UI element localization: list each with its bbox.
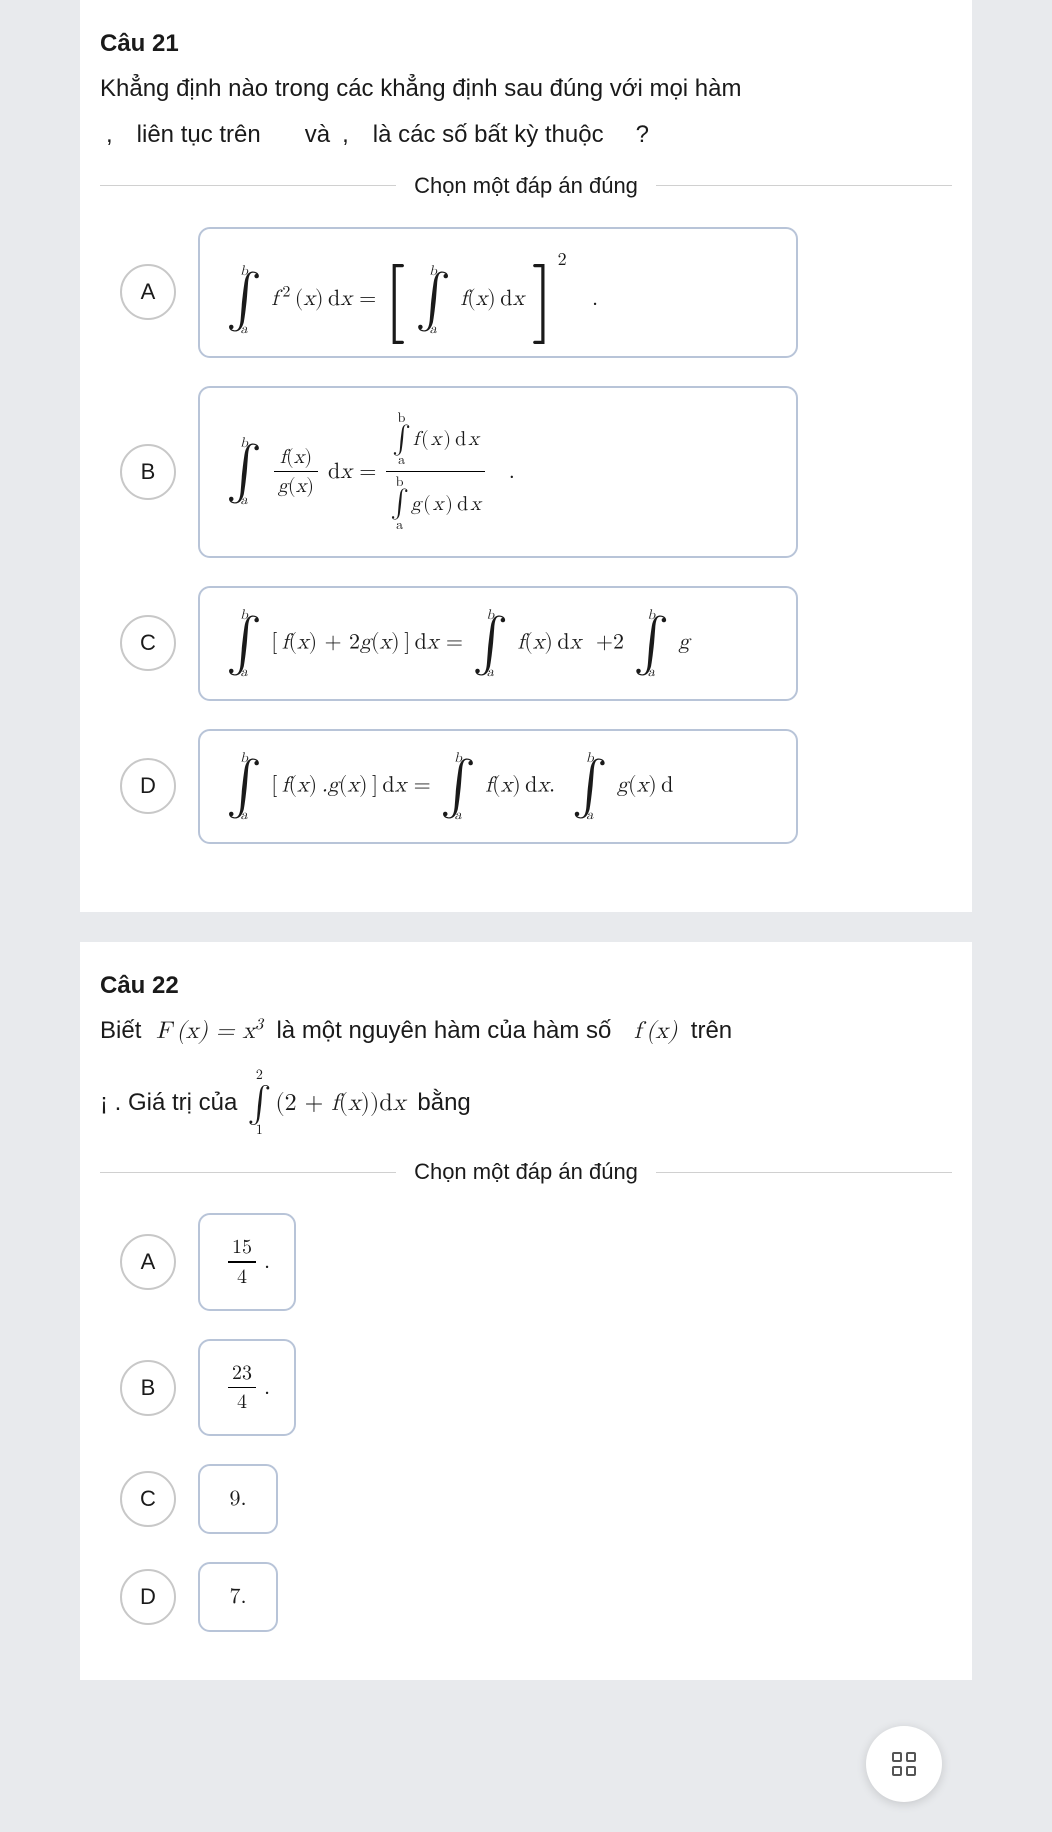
suffix: . (264, 1375, 270, 1401)
question-21-text-1: Khẳng định nào trong các khẳng định sau … (100, 70, 952, 108)
instruction-divider: Chọn một đáp án đúng (100, 173, 952, 199)
option-A-formula: b∫a f 2 (x) dx = [ b∫a f(x) dx ]2 . (198, 227, 798, 358)
instruction-divider: Chọn một đáp án đúng (100, 1159, 952, 1185)
frac-num: 15 (228, 1233, 256, 1261)
frac-num: 23 (228, 1359, 256, 1387)
text-part: và (305, 116, 330, 154)
formula-F: F (x) = x3 (148, 1019, 263, 1043)
question-22-title: Câu 22 (100, 972, 952, 1000)
option-B[interactable]: B b∫a f(x) g(x) dx = b∫a f(x) dx (100, 386, 952, 558)
divider-line (656, 185, 952, 186)
instruction-text: Chọn một đáp án đúng (396, 173, 656, 199)
frac-den: 4 (233, 1263, 251, 1291)
question-21-title: Câu 21 (100, 30, 952, 58)
divider-line (100, 185, 396, 186)
frac-den: 4 (233, 1388, 251, 1416)
option-B-formula: b∫a f(x) g(x) dx = b∫a f(x) dx (198, 386, 798, 558)
instruction-text: Chọn một đáp án đúng (396, 1159, 656, 1185)
option-C[interactable]: C 9. (100, 1464, 952, 1534)
option-D[interactable]: D 7. (100, 1562, 952, 1632)
option-C[interactable]: C b∫a [ f(x) + 2g(x) ] dx = b∫a f(x) dx … (100, 586, 952, 701)
suffix: . (264, 1249, 270, 1275)
option-A-value: 15 4 . (198, 1213, 296, 1311)
option-A[interactable]: A b∫a f 2 (x) dx = [ b∫a f(x) dx ]2 . (100, 227, 952, 358)
divider-line (100, 1172, 396, 1173)
option-D[interactable]: D b∫a [ f(x) .g(x) ] dx = b∫a f(x) dx. b… (100, 729, 952, 844)
option-B-value: 23 4 . (198, 1339, 296, 1437)
text-part: , (106, 116, 113, 154)
option-D-formula: b∫a [ f(x) .g(x) ] dx = b∫a f(x) dx. b∫a… (198, 729, 798, 844)
option-D-value: 7. (198, 1562, 278, 1632)
option-B-letter: B (120, 444, 176, 500)
question-22-text-2: ¡ . Giá trị của 2∫1 (2 + f(x))dx bằng (100, 1064, 952, 1141)
formula-f: f (x) (618, 1019, 677, 1043)
grid-menu-button[interactable] (866, 1726, 942, 1802)
option-B[interactable]: B 23 4 . (100, 1339, 952, 1437)
option-A-letter: A (120, 264, 176, 320)
text-part: là một nguyên hàm của hàm số (276, 1017, 611, 1044)
question-22-text-1: Biết F (x) = x3 là một nguyên hàm của hà… (100, 1012, 952, 1050)
option-B-letter: B (120, 1360, 176, 1416)
question-21-card: Câu 21 Khẳng định nào trong các khẳng đị… (80, 0, 972, 912)
option-C-value: 9. (198, 1464, 278, 1534)
option-D-letter: D (120, 758, 176, 814)
question-22-card: Câu 22 Biết F (x) = x3 là một nguyên hàm… (80, 942, 972, 1681)
grid-icon (892, 1752, 916, 1776)
option-A[interactable]: A 15 4 . (100, 1213, 952, 1311)
text-part: ¡ . Giá trị của (100, 1084, 237, 1122)
option-C-letter: C (120, 1471, 176, 1527)
text-part: liên tục trên (137, 116, 261, 154)
option-A-letter: A (120, 1234, 176, 1290)
option-C-letter: C (120, 615, 176, 671)
text-part: trên (691, 1017, 732, 1044)
divider-line (656, 1172, 952, 1173)
question-21-text-2: , liên tục trên và , là các số bất kỳ th… (100, 116, 952, 154)
text-part: là các số bất kỳ thuộc (373, 116, 604, 154)
text-part: bằng (417, 1084, 470, 1122)
text-part: ? (636, 116, 649, 154)
formula-integral: 2∫1 (2 + f(x))dx (243, 1064, 405, 1141)
text-part: , (342, 116, 349, 154)
option-D-letter: D (120, 1569, 176, 1625)
option-C-formula: b∫a [ f(x) + 2g(x) ] dx = b∫a f(x) dx +2… (198, 586, 798, 701)
text-part: Biết (100, 1017, 141, 1044)
text-part (684, 1017, 691, 1044)
